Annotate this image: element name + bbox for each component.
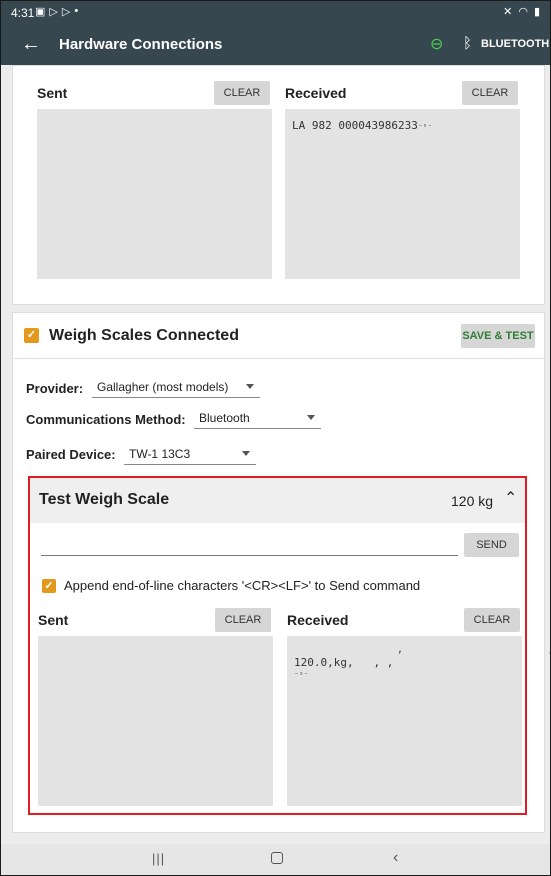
received-label: Received bbox=[287, 612, 349, 628]
divider bbox=[13, 358, 544, 359]
weigh-scales-card: ✓ Weigh Scales Connected SAVE & TEST Pro… bbox=[12, 312, 550, 833]
paired-device-value: TW-1 13C3 bbox=[129, 447, 191, 461]
bluetooth-label[interactable]: BLUETOOTH bbox=[481, 38, 549, 50]
weight-readout: 120 kg bbox=[451, 493, 494, 509]
back-icon[interactable]: ‹ bbox=[393, 849, 398, 867]
back-arrow-icon[interactable]: ← bbox=[21, 33, 41, 56]
home-icon[interactable] bbox=[271, 852, 283, 864]
test-weigh-scale-panel: Test Weigh Scale 120 kg ⌃ SEND ✓ Append … bbox=[28, 476, 550, 815]
recents-icon[interactable]: ||| bbox=[152, 851, 165, 866]
weigh-scales-title: Weigh Scales Connected bbox=[49, 327, 239, 344]
system-icons: ✕ ◠ ▮ bbox=[503, 5, 540, 18]
provider-value: Gallagher (most models) bbox=[97, 380, 229, 394]
battery-icon: ▮ bbox=[533, 6, 540, 18]
chevron-down-icon bbox=[307, 415, 315, 420]
image-icon: ▣ bbox=[35, 6, 46, 18]
received-line-2: 120.0,kg, , , bbox=[294, 656, 394, 669]
app-bar: ← Hardware Connections ⊖ ᛒ BLUETOOTH bbox=[1, 25, 550, 65]
play-icon: ▷ bbox=[49, 6, 58, 18]
test-scale-title: Test Weigh Scale bbox=[39, 491, 170, 508]
bluetooth-icon[interactable]: ᛒ bbox=[463, 35, 472, 52]
paired-device-label: Paired Device: bbox=[26, 447, 116, 462]
command-input[interactable] bbox=[41, 535, 458, 556]
dot-icon: • bbox=[74, 5, 79, 17]
chevron-down-icon bbox=[246, 384, 254, 389]
comm-method-label: Communications Method: bbox=[26, 412, 186, 427]
mute-icon: ✕ bbox=[503, 6, 513, 18]
append-eol-label: Append end-of-line characters '<CR><LF>'… bbox=[64, 578, 421, 593]
test-scale-header[interactable]: Test Weigh Scale 120 kg ⌃ bbox=[30, 478, 525, 523]
provider-select[interactable]: Gallagher (most models) bbox=[92, 379, 260, 398]
clear-received-button[interactable]: CLEAR bbox=[464, 608, 520, 632]
comm-method-value: Bluetooth bbox=[199, 411, 250, 425]
chevron-up-icon[interactable]: ⌃ bbox=[504, 488, 517, 508]
status-time: 4:31 bbox=[11, 6, 35, 20]
page-title: Hardware Connections bbox=[59, 36, 223, 53]
sent-log bbox=[37, 109, 272, 279]
provider-label: Provider: bbox=[26, 381, 84, 396]
paired-device-select[interactable]: TW-1 13C3 bbox=[124, 446, 256, 465]
link-icon[interactable]: ⊖ bbox=[430, 34, 443, 54]
received-log: LA 982 000043986233⁻ˢ⁻ bbox=[285, 109, 520, 279]
clear-sent-button[interactable]: CLEAR bbox=[214, 81, 270, 105]
received-text: LA 982 000043986233⁻ˢ⁻ bbox=[292, 119, 432, 132]
comm-method-select[interactable]: Bluetooth bbox=[194, 410, 321, 429]
received-log: , , 120.0,kg, , , ⁻ˢ⁻ bbox=[287, 636, 550, 806]
sent-label: Sent bbox=[38, 612, 69, 628]
app-window: 4:31 ▣ ▷ ▷ • ✕ ◠ ▮ ← Hardware Connection… bbox=[0, 0, 551, 876]
chevron-down-icon bbox=[242, 451, 250, 456]
previous-device-card: Sent CLEAR Received CLEAR LA 982 0000439… bbox=[12, 65, 545, 305]
received-line-1: , , bbox=[397, 644, 551, 655]
sent-log bbox=[38, 636, 273, 806]
append-eol-checkbox[interactable]: ✓ bbox=[42, 579, 56, 593]
play-store-icon: ▷ bbox=[61, 6, 71, 18]
received-line-3: ⁻ˢ⁻ bbox=[294, 670, 309, 679]
wifi-icon: ◠ bbox=[518, 6, 528, 18]
weigh-scales-checkbox[interactable]: ✓ bbox=[24, 328, 39, 343]
clear-sent-button[interactable]: CLEAR bbox=[215, 608, 271, 632]
notification-icons: ▣ ▷ ▷ • bbox=[35, 5, 78, 18]
status-bar: 4:31 ▣ ▷ ▷ • ✕ ◠ ▮ bbox=[1, 1, 550, 25]
received-value: LA 982 000043986233 bbox=[292, 119, 418, 132]
system-nav-bar: ||| ‹ bbox=[1, 844, 550, 875]
received-label: Received bbox=[285, 85, 347, 101]
save-test-button[interactable]: SAVE & TEST bbox=[461, 324, 535, 348]
sent-label: Sent bbox=[37, 85, 68, 101]
clear-received-button[interactable]: CLEAR bbox=[462, 81, 518, 105]
send-button[interactable]: SEND bbox=[464, 533, 519, 557]
received-tail: ⁻ˢ⁻ bbox=[417, 122, 433, 131]
